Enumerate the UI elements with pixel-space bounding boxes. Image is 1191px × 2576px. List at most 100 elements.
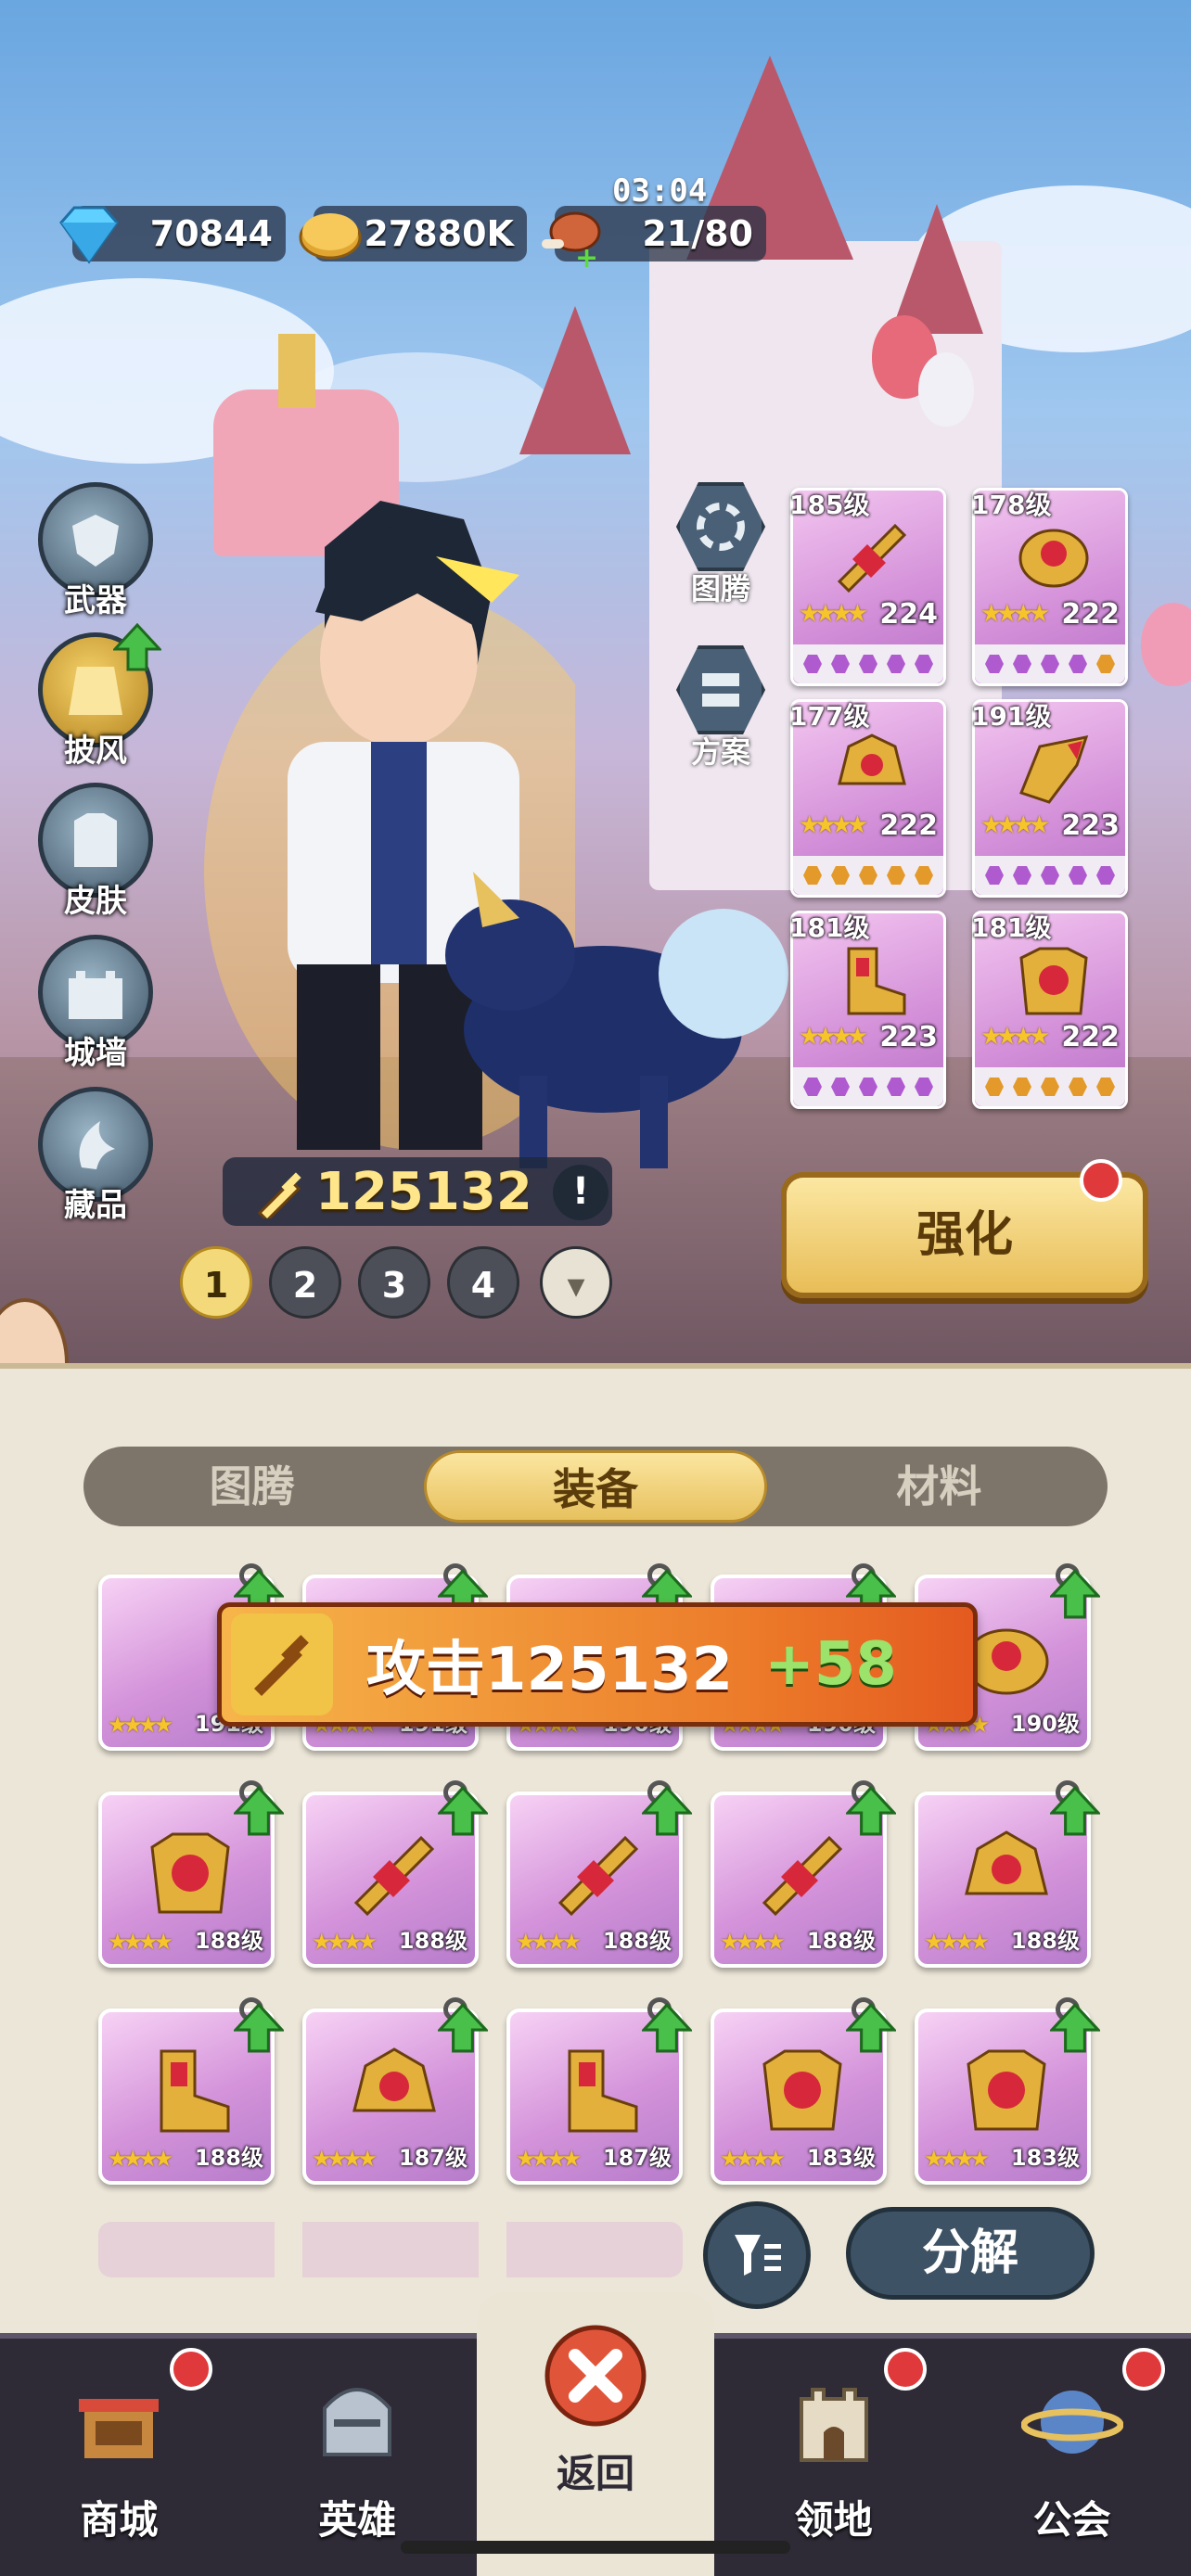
gear-power: 222 (1061, 1021, 1120, 1053)
item-level: 183级 (806, 2145, 876, 2171)
inventory-item[interactable]: ★★★★ 188级 (915, 1780, 1100, 1968)
upgrade-arrow-icon (1050, 1786, 1100, 1836)
balloon (1141, 603, 1191, 686)
equipped-slot[interactable]: 185级 ★★★★ 224 (789, 488, 946, 686)
preset-page-3[interactable]: 3 (358, 1246, 430, 1319)
preset-swap-icon (676, 645, 765, 734)
equipped-slot[interactable]: 181级 ★★★★ 222 (971, 911, 1128, 1109)
weapon-gear-icon (837, 523, 907, 593)
diamond-icon (59, 206, 119, 264)
menu-skin[interactable]: 皮肤 (35, 783, 156, 922)
gem-slots (975, 856, 1125, 895)
item-level: 188级 (194, 1928, 263, 1954)
star-rating-icon: ★★★★ (108, 1712, 173, 1738)
item-level: 183级 (1010, 2145, 1080, 2171)
svg-text:+: + (575, 242, 598, 271)
totem-button[interactable]: 图腾 (670, 482, 772, 608)
upgrade-arrow-icon (113, 623, 161, 671)
castle-tower-roof (890, 204, 983, 334)
gear-level: 178级 (971, 490, 1052, 520)
filter-sort-button[interactable] (703, 2201, 811, 2309)
shop-icon (63, 2366, 174, 2478)
balloon (918, 352, 974, 427)
toast-attack-text: 攻击125132 (366, 1636, 734, 1704)
preset-page-2[interactable]: 2 (269, 1246, 341, 1319)
totem-label: 图腾 (690, 571, 750, 606)
nav-guild-label: 公会 (1032, 2497, 1111, 2543)
chevron-down-icon[interactable]: ▾ (540, 1246, 612, 1319)
nav-back[interactable]: 返回 (476, 2292, 715, 2576)
menu-collection[interactable]: 藏品 (35, 1087, 156, 1226)
inventory-item[interactable]: ★★★★ 183级 (915, 1997, 1100, 2185)
preset-page-1[interactable]: 1 (180, 1246, 252, 1319)
inventory-item[interactable]: ★★★★ 188级 (98, 1780, 284, 1968)
menu-wall[interactable]: 城墙 (35, 935, 156, 1074)
diamond-counter[interactable]: 70844 (59, 206, 286, 264)
home-indicator (401, 2541, 790, 2554)
menu-skin-label: 皮肤 (64, 883, 127, 920)
nav-territory-label: 领地 (794, 2497, 873, 2543)
item-level: 188级 (806, 1928, 876, 1954)
equipped-slot[interactable]: 178级 ★★★★ 222 (971, 488, 1128, 686)
meat-stamina-icon: + (542, 211, 601, 271)
equipped-slot[interactable]: 177级 ★★★★ 222 (789, 699, 946, 898)
preset-page-4[interactable]: 4 (447, 1246, 519, 1319)
diamond-value: 70844 (149, 213, 273, 254)
inventory-item[interactable]: ★★★★ 187级 (302, 1997, 488, 2185)
menu-cape-label: 披风 (64, 733, 127, 770)
info-icon[interactable]: ! (553, 1165, 608, 1220)
star-rating-icon: ★★★★ (312, 2146, 378, 2172)
menu-collection-label: 藏品 (64, 1187, 127, 1224)
inventory-item[interactable]: ★★★★ 188级 (302, 1780, 488, 1968)
gold-value: 27880K (364, 213, 514, 254)
cape-gear-icon (1018, 529, 1089, 588)
weapon-gear-icon (762, 1835, 843, 1917)
star-rating-icon: ★★★★ (516, 1929, 582, 1955)
star-rating-icon: ★★★★ (799, 811, 868, 839)
gold-counter[interactable]: 27880K (299, 206, 527, 261)
preset-button[interactable]: 方案 (670, 645, 772, 772)
notification-dot (1121, 2348, 1165, 2391)
boots-gear-icon (568, 2049, 638, 2133)
event-timer: 03:04 (612, 172, 708, 210)
stamina-counter[interactable]: + 21/80 (542, 206, 766, 271)
helmet-gear-icon (838, 733, 906, 785)
upgrade-arrow-icon (234, 2003, 284, 2053)
star-rating-icon: ★★★★ (924, 1929, 990, 1955)
inventory-item[interactable]: ★★★★ 188级 (711, 1780, 896, 1968)
filter-icon (735, 2235, 781, 2276)
star-rating-icon: ★★★★ (516, 2146, 582, 2172)
equipped-slot[interactable]: 181级 ★★★★ 223 (789, 911, 946, 1109)
upgrade-arrow-icon (438, 2003, 488, 2053)
inventory-item[interactable]: ★★★★ 187级 (506, 1997, 692, 2185)
nav-guild[interactable]: 公会 (953, 2339, 1191, 2576)
star-rating-icon: ★★★★ (720, 1929, 786, 1955)
inventory-item[interactable]: ★★★★ 188级 (98, 1997, 284, 2185)
tab-materials[interactable]: 材料 (771, 1447, 1108, 1526)
gem-slots (975, 644, 1125, 683)
helmet-gear-icon (352, 2047, 436, 2112)
gear-level: 181级 (971, 912, 1052, 943)
star-rating-icon: ★★★★ (980, 1023, 1050, 1051)
inventory-item[interactable]: ★★★★ 188级 (506, 1780, 692, 1968)
inventory-item[interactable]: ★★★★ 183级 (711, 1997, 896, 2185)
tab-equipment[interactable]: 装备 (424, 1450, 767, 1523)
menu-weapon[interactable]: 武器 (35, 482, 156, 621)
star-rating-icon: ★★★★ (720, 2146, 786, 2172)
gear-level: 177级 (789, 701, 870, 732)
upgrade-arrow-icon (1050, 1569, 1100, 1619)
tab-totem[interactable]: 图腾 (83, 1447, 420, 1526)
nav-shop[interactable]: 商城 (0, 2339, 238, 2576)
gear-power: 222 (879, 810, 938, 842)
boots-gear-icon (160, 2049, 230, 2133)
decompose-button[interactable]: 分解 (846, 2207, 1095, 2300)
preset-label: 方案 (690, 734, 750, 770)
menu-cape[interactable]: 披风 (35, 623, 161, 772)
upgrade-arrow-icon (1050, 2003, 1100, 2053)
equipped-slot[interactable]: 191级 ★★★★ 223 (971, 699, 1128, 898)
sword-attack-icon (231, 1613, 333, 1715)
upgrade-arrow-icon (234, 1786, 284, 1836)
star-rating-icon: ★★★★ (799, 600, 868, 628)
star-rating-icon: ★★★★ (799, 1023, 868, 1051)
star-rating-icon: ★★★★ (924, 2146, 990, 2172)
